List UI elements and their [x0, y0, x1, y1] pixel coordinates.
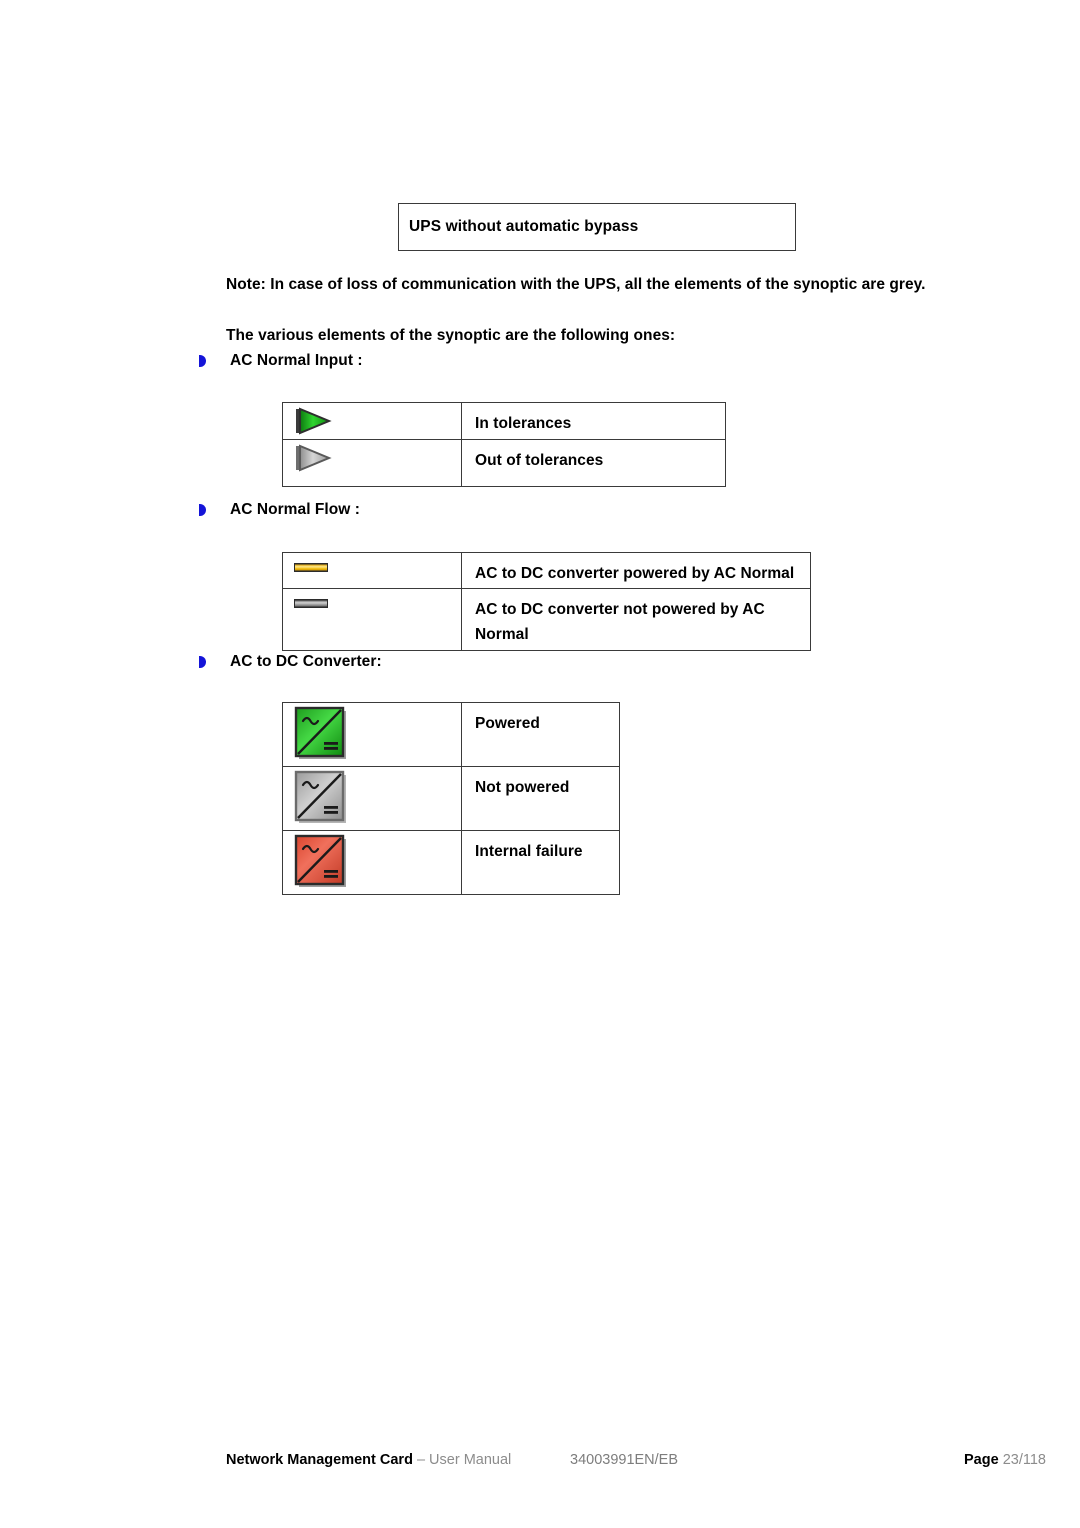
- icon-cell: [282, 402, 462, 440]
- table-row: AC to DC converter powered by AC Normal: [282, 552, 811, 589]
- table-row: AC to DC converter not powered by AC Nor…: [282, 588, 811, 651]
- legend-label: Internal failure: [461, 830, 620, 895]
- legend-label: AC to DC converter powered by AC Normal: [461, 552, 811, 589]
- footer-doc-code: 34003991EN/EB: [570, 1452, 678, 1468]
- icon-cell: [282, 702, 462, 767]
- grey-converter-icon: [294, 770, 346, 823]
- legend-table-ac-normal-flow: AC to DC converter powered by AC Normal: [282, 552, 811, 651]
- green-flag-icon: [296, 407, 332, 435]
- legend-table-ac-normal-input: In tolerances Out of tolerances: [282, 402, 726, 487]
- footer-left: Network Management Card – User Manual: [226, 1452, 511, 1468]
- legend-label: AC to DC converter not powered by AC Nor…: [461, 588, 811, 651]
- legend-label: In tolerances: [461, 402, 726, 440]
- grey-flag-icon: [296, 444, 332, 472]
- footer-title: Network Management Card: [226, 1452, 413, 1468]
- note-paragraph: Note: In case of loss of communication w…: [226, 276, 926, 293]
- table-row: Powered: [282, 702, 620, 767]
- legend-table-ac-to-dc-converter: Powered Not powered Internal failure: [282, 702, 620, 895]
- footer-doc-code-value: 34003991EN/EB: [570, 1452, 679, 1468]
- legend-label: Not powered: [461, 766, 620, 831]
- green-converter-icon: [294, 706, 346, 759]
- footer-page-label: Page: [964, 1452, 999, 1468]
- legend-label: Powered: [461, 702, 620, 767]
- footer-subtitle: – User Manual: [416, 1452, 512, 1468]
- icon-cell: [282, 830, 462, 895]
- table-row: Out of tolerances: [282, 439, 726, 487]
- caption-box-label: UPS without automatic bypass: [409, 218, 639, 235]
- blue-arrow-bullet-icon: [199, 503, 209, 517]
- icon-cell: [282, 766, 462, 831]
- caption-box: UPS without automatic bypass: [398, 203, 796, 251]
- icon-cell: [282, 588, 462, 651]
- bullet-ac-to-dc-converter-label: AC to DC Converter:: [230, 653, 382, 670]
- table-row: Not powered: [282, 766, 620, 831]
- yellow-flow-bar-icon: [294, 563, 328, 572]
- bullet-ac-normal-flow-label: AC Normal Flow :: [230, 501, 360, 518]
- footer-page-value: 23/118: [1002, 1452, 1046, 1468]
- bullet-ac-normal-input: AC Normal Input :: [199, 352, 363, 370]
- blue-arrow-bullet-icon: [199, 655, 209, 669]
- table-row: In tolerances: [282, 402, 726, 440]
- icon-cell: [282, 552, 462, 589]
- bullet-ac-normal-input-label: AC Normal Input :: [230, 352, 363, 369]
- icon-cell: [282, 439, 462, 487]
- bullet-ac-to-dc-converter: AC to DC Converter:: [199, 653, 382, 671]
- footer-page: Page 23/118: [964, 1452, 1046, 1468]
- blue-arrow-bullet-icon: [199, 354, 209, 368]
- table-row: Internal failure: [282, 830, 620, 895]
- page-footer: Network Management Card – User Manual 34…: [0, 1452, 1080, 1476]
- red-converter-icon: [294, 834, 346, 887]
- legend-label: Out of tolerances: [461, 439, 726, 487]
- intro-paragraph: The various elements of the synoptic are…: [226, 327, 676, 344]
- document-page: UPS without automatic bypass Note: In ca…: [0, 0, 1080, 1528]
- bullet-ac-normal-flow: AC Normal Flow :: [199, 501, 360, 519]
- grey-flow-bar-icon: [294, 599, 328, 608]
